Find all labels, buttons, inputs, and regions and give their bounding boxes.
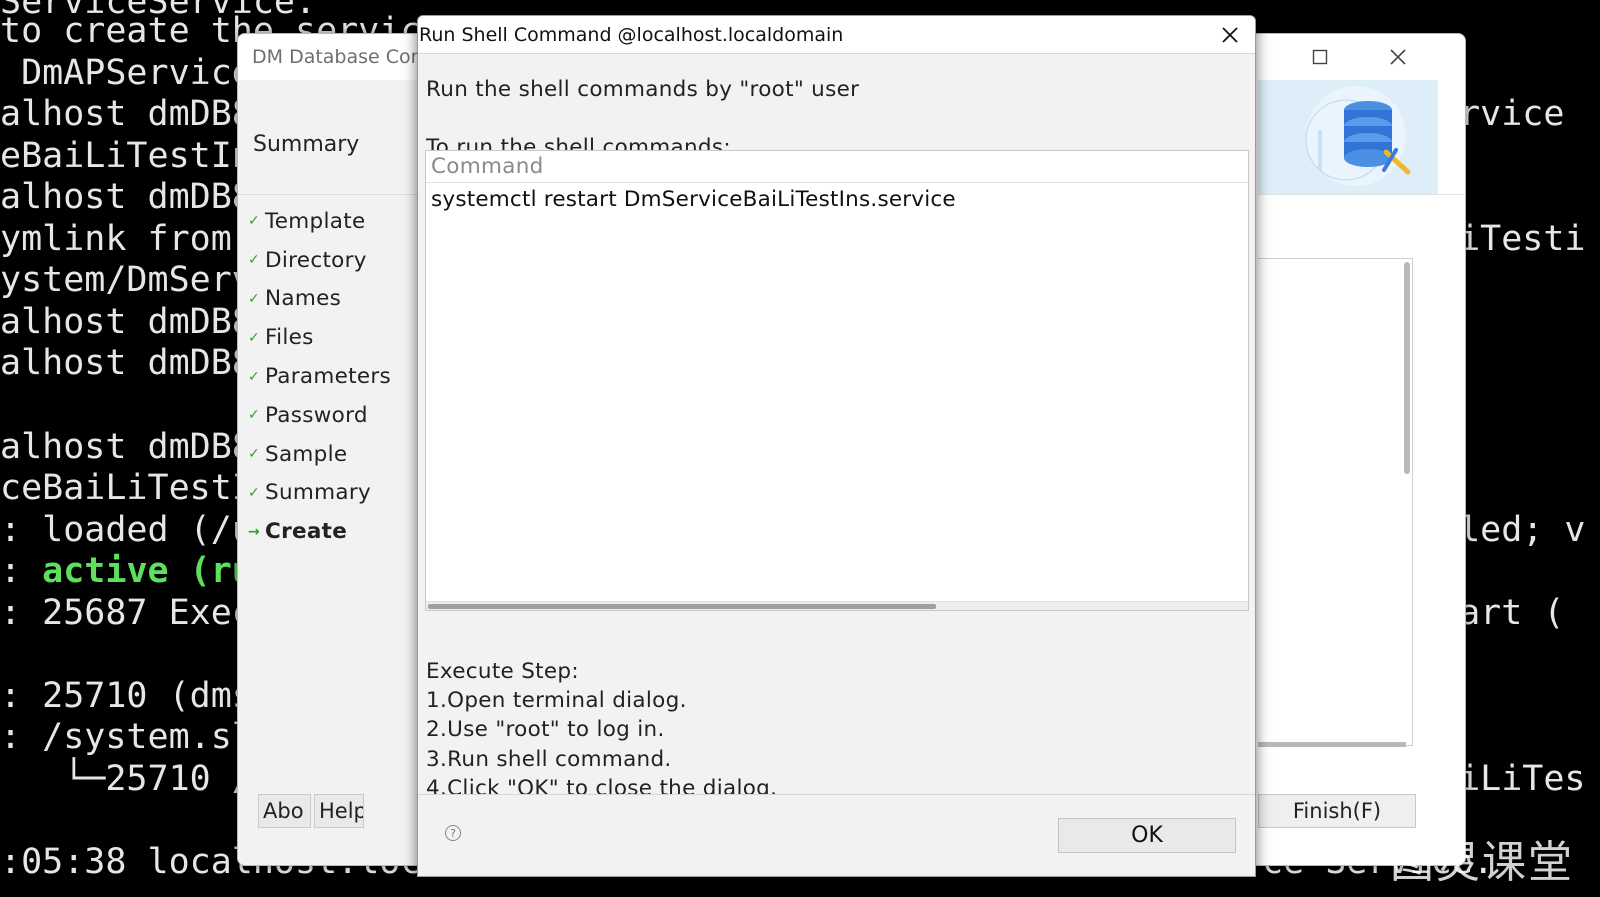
wizard-title: DM Database Confi — [252, 46, 435, 68]
step-label: Names — [265, 286, 342, 312]
terminal-line: alhost dmDB8 — [0, 427, 253, 467]
table-row[interactable]: systemctl restart DmServiceBaiLiTestIns.… — [426, 183, 1248, 217]
check-icon: ✓ — [248, 368, 261, 385]
watermark-logo: 图灵课堂 — [1390, 837, 1574, 888]
step-label: Template — [265, 208, 366, 234]
terminal-line: alhost dmDB8 — [0, 94, 253, 134]
step-label: Password — [265, 402, 368, 428]
execute-steps: Execute Step: 1.Open terminal dialog. 2.… — [426, 659, 777, 805]
dialog-footer: ? OK — [418, 794, 1255, 876]
terminal-line: : loaded (/u — [0, 510, 253, 550]
wizard-summary-heading: Summary — [253, 132, 360, 157]
horizontal-scrollbar[interactable] — [1258, 742, 1406, 747]
terminal-line: : active (ru — [0, 554, 253, 589]
vertical-scrollbar[interactable] — [1404, 262, 1410, 474]
help-icon[interactable]: ? — [445, 825, 461, 841]
execute-step: 3.Run shell command. — [426, 746, 672, 772]
check-icon: ✓ — [248, 213, 261, 230]
close-icon[interactable] — [1215, 21, 1245, 49]
help-button[interactable]: Help — [314, 794, 364, 828]
step-directory[interactable]: ✓ Directory — [248, 241, 391, 280]
terminal-line: DmAPService — [0, 53, 253, 93]
step-names[interactable]: ✓ Names — [248, 280, 391, 319]
sidebar-divider — [238, 194, 426, 195]
check-icon: ✓ — [248, 446, 261, 463]
check-icon: ✓ — [248, 329, 261, 346]
dialog-heading: Run the shell commands by "root" user — [426, 77, 860, 102]
column-header-command[interactable]: Command — [426, 151, 1248, 183]
step-label: Create — [265, 519, 348, 545]
step-label: Sample — [265, 441, 348, 467]
ok-button[interactable]: OK — [1058, 818, 1236, 853]
check-icon: ✓ — [248, 407, 261, 424]
about-button[interactable]: Abo — [258, 794, 311, 828]
terminal-line: : 25710 (dms — [0, 676, 253, 716]
terminal-line: ymlink from — [0, 219, 232, 259]
maximize-icon[interactable] — [1301, 42, 1339, 72]
check-icon: ✓ — [248, 290, 261, 307]
check-icon: ✓ — [248, 484, 261, 501]
database-icon — [1305, 86, 1411, 186]
run-shell-command-dialog: Run Shell Command @localhost.localdomain… — [417, 15, 1256, 877]
scrollbar-thumb[interactable] — [428, 604, 936, 609]
close-icon[interactable] — [1379, 42, 1417, 72]
finish-button[interactable]: Finish(F) — [1258, 794, 1416, 828]
dialog-titlebar: Run Shell Command @localhost.localdomain — [418, 16, 1255, 54]
wizard-banner — [1258, 80, 1438, 194]
terminal-active-status: active (ru — [42, 551, 253, 591]
terminal-line: eBaiLiTestIn — [0, 136, 253, 176]
terminal-line: └─25710 /a — [0, 759, 274, 799]
wizard-separator — [1258, 194, 1465, 195]
step-label: Directory — [265, 247, 367, 273]
terminal-line: : /system.sl — [0, 717, 253, 757]
step-template[interactable]: ✓ Template — [248, 202, 391, 241]
step-password[interactable]: ✓ Password — [248, 396, 391, 435]
command-table: Command systemctl restart DmServiceBaiLi… — [425, 150, 1249, 611]
step-label: Files — [265, 325, 314, 351]
terminal-text: : — [0, 551, 43, 591]
terminal-line: alhost dmDB8 — [0, 302, 253, 342]
step-label: Summary — [265, 480, 371, 506]
wizard-steps-list: ✓ Template ✓ Directory ✓ Names ✓ Files ✓ Para… — [248, 202, 391, 551]
terminal-line: : 25687 Exec — [0, 593, 253, 633]
step-parameters[interactable]: ✓ Parameters — [248, 357, 391, 396]
step-label: Parameters — [265, 364, 392, 390]
check-icon: ✓ — [248, 252, 261, 269]
step-create[interactable]: → Create — [248, 512, 391, 551]
dialog-body: Run the shell commands by "root" user To… — [418, 54, 1255, 801]
terminal-line: ystem/DmServ — [0, 260, 253, 300]
execute-step: 1.Open terminal dialog. — [426, 688, 687, 714]
terminal-line: ceBaiLiTestI — [0, 468, 253, 508]
step-files[interactable]: ✓ Files — [248, 318, 391, 357]
arrow-right-icon: → — [248, 523, 261, 540]
step-sample[interactable]: ✓ Sample — [248, 435, 391, 474]
execute-step: 2.Use "root" to log in. — [426, 717, 665, 743]
dialog-title: Run Shell Command @localhost.localdomain — [419, 24, 844, 46]
horizontal-scrollbar[interactable] — [426, 601, 1248, 610]
wizard-content-panel — [1258, 258, 1413, 746]
execute-steps-heading: Execute Step: — [426, 659, 579, 684]
step-summary[interactable]: ✓ Summary — [248, 474, 391, 513]
terminal-line: alhost dmDB8 — [0, 177, 253, 217]
terminal-line: alhost dmDB8 — [0, 343, 253, 383]
